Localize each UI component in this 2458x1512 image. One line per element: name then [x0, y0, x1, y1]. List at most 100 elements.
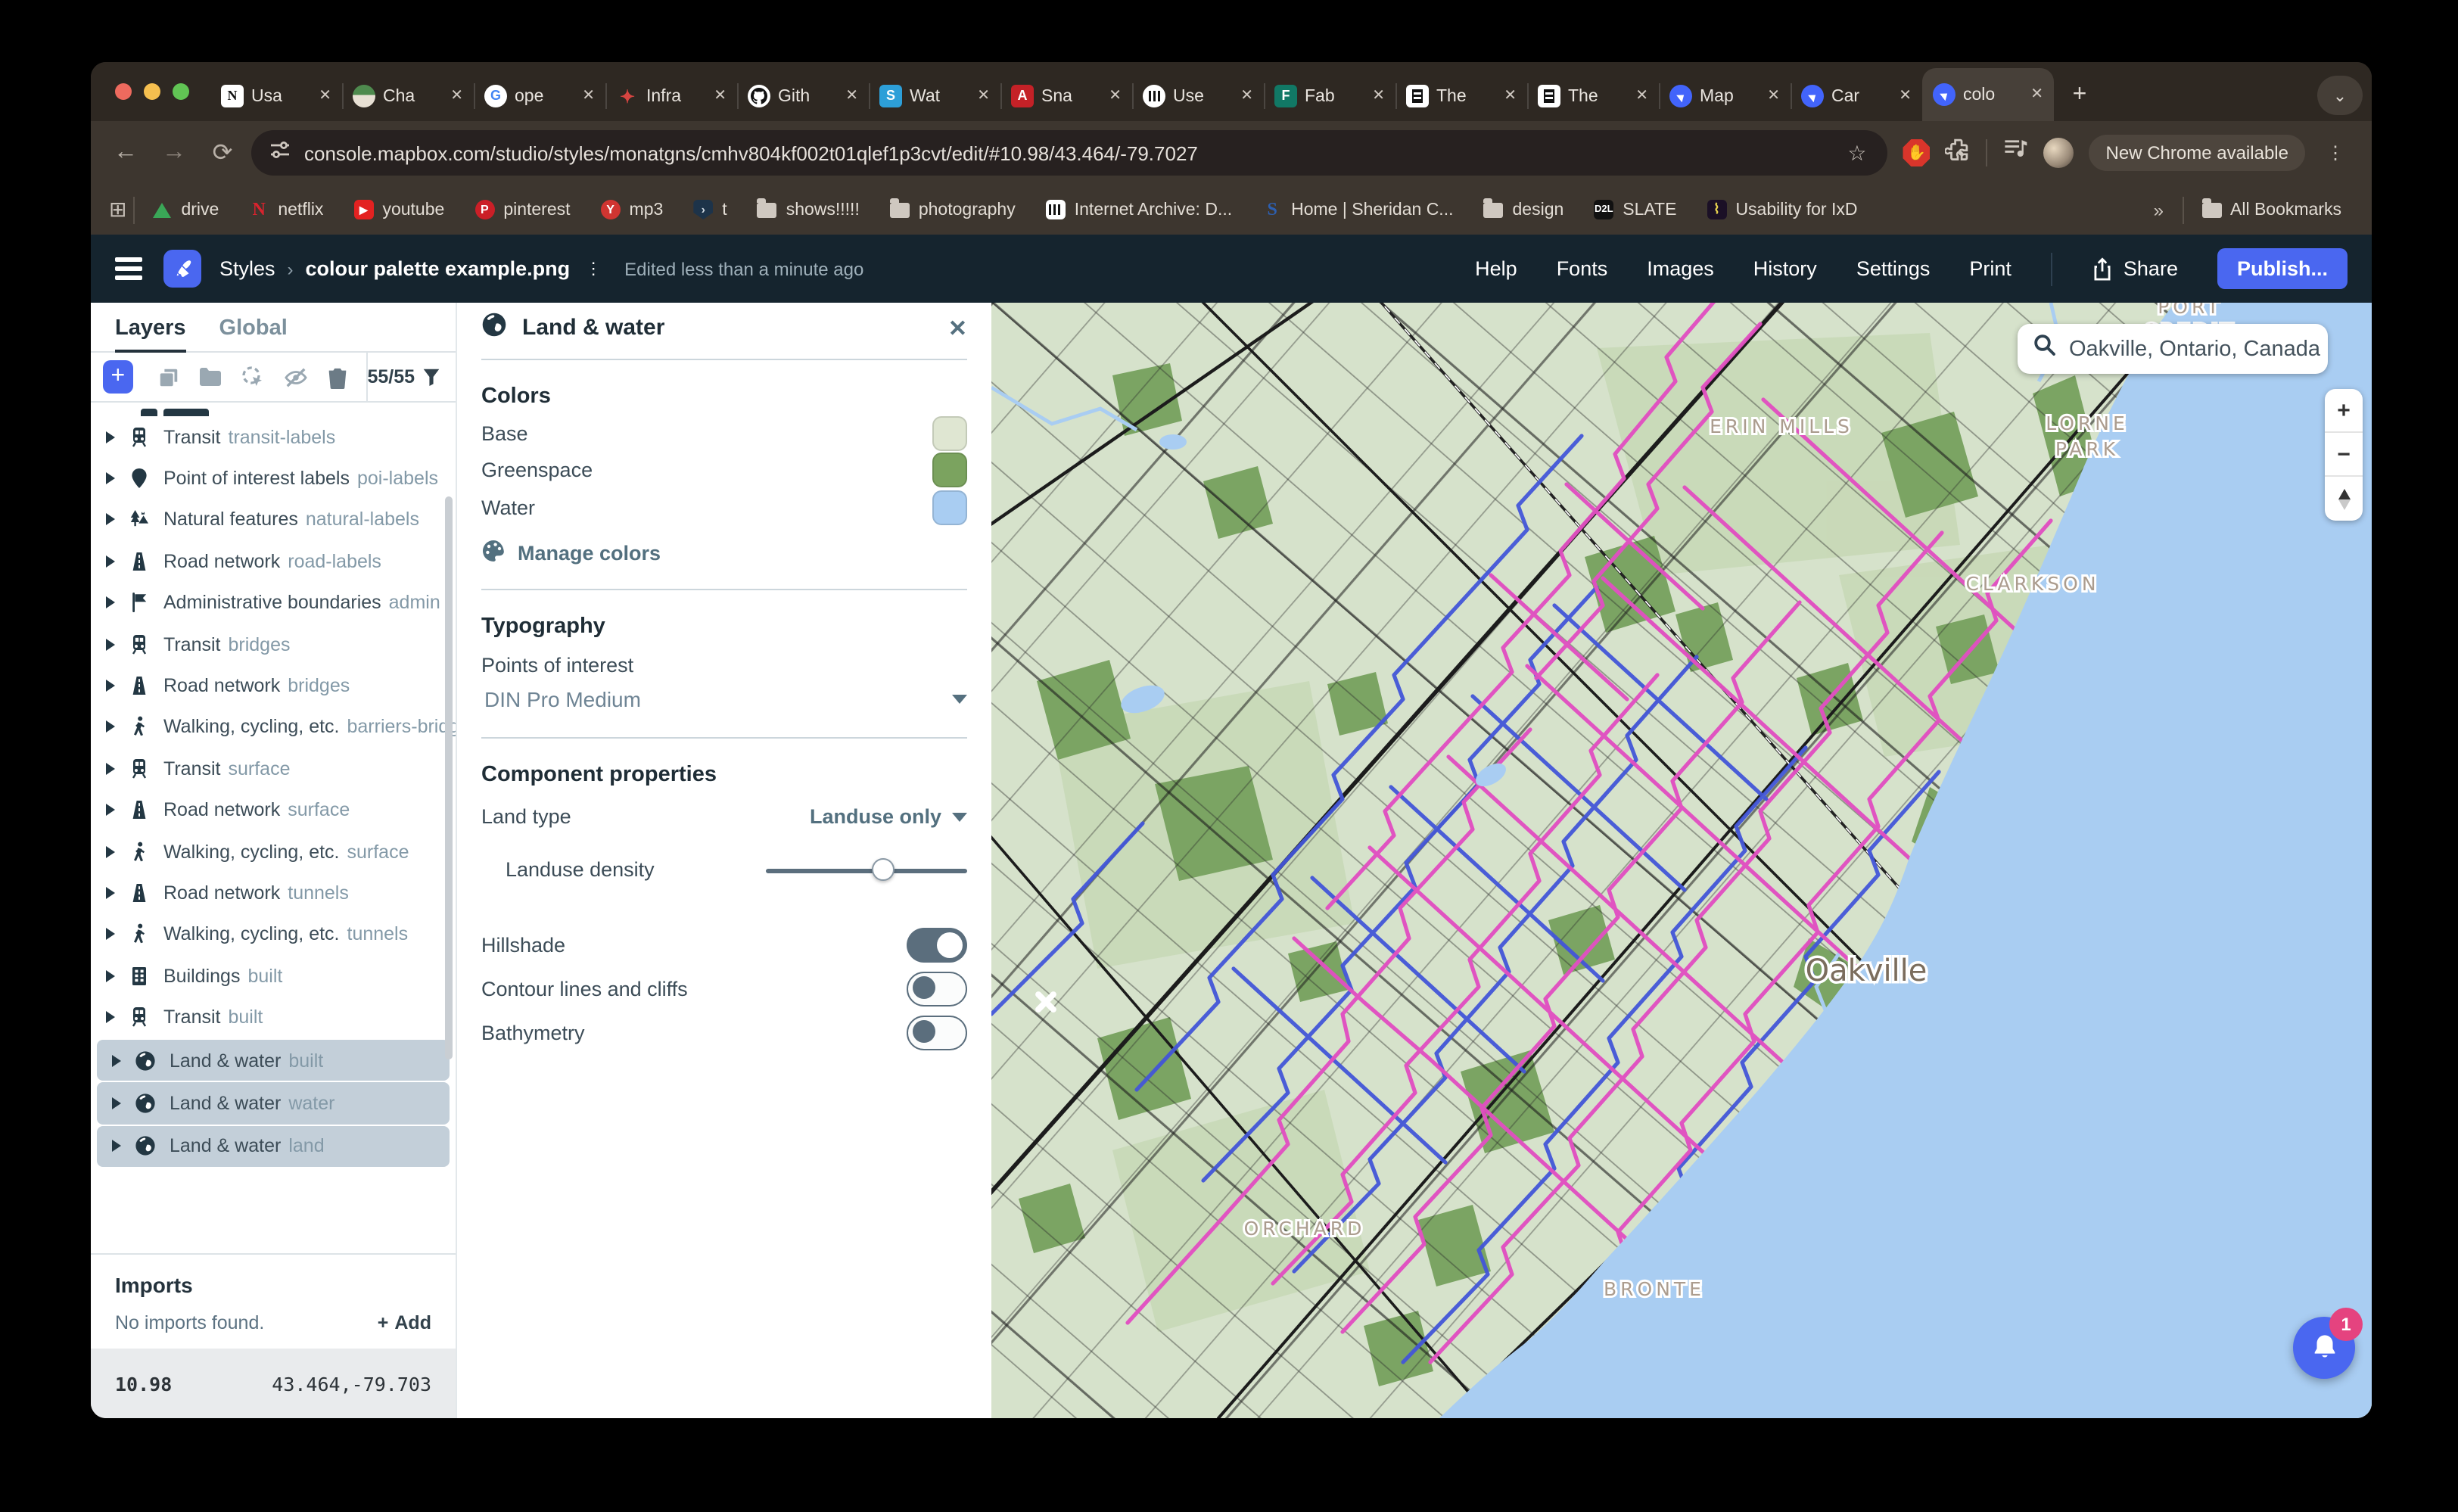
tab-the-1[interactable]: The✕	[1395, 71, 1527, 121]
delete-layer-icon[interactable]	[327, 366, 348, 388]
expand-caret-icon[interactable]	[106, 845, 115, 857]
layer-row[interactable]: Walking, cycling, etc.surface	[91, 831, 456, 873]
add-import-button[interactable]: +Add	[378, 1312, 431, 1333]
color-row-base[interactable]: Base	[481, 415, 967, 452]
layer-row-selected[interactable]: Land & waterland	[97, 1125, 450, 1167]
search-value[interactable]: Oakville, Ontario, Canada	[2069, 337, 2320, 361]
greenspace-color-swatch[interactable]	[932, 453, 967, 488]
layer-row[interactable]: Natural featuresnatural-labels	[91, 499, 456, 541]
layer-counter[interactable]: 55/55	[367, 366, 440, 387]
bookmark-star-icon[interactable]: ☆	[1847, 140, 1869, 166]
landuse-density-slider[interactable]	[766, 857, 967, 882]
add-layer-button[interactable]: +	[103, 360, 133, 394]
duplicate-layer-icon[interactable]	[157, 366, 180, 388]
tab-layers[interactable]: Layers	[115, 316, 186, 351]
expand-caret-icon[interactable]	[106, 929, 115, 941]
expand-caret-icon[interactable]	[112, 1054, 121, 1066]
base-color-swatch[interactable]	[932, 416, 967, 451]
layer-row-selected[interactable]: Land & waterwater	[97, 1083, 450, 1125]
layer-row[interactable]: Transitbuilt	[91, 997, 456, 1038]
tab-close-icon[interactable]: ✕	[845, 88, 858, 104]
expand-caret-icon[interactable]	[106, 680, 115, 692]
profile-avatar[interactable]	[2044, 138, 2074, 168]
tab-close-icon[interactable]: ✕	[714, 88, 727, 104]
layer-row[interactable]: Transitbridges	[91, 624, 456, 665]
tab-close-icon[interactable]: ✕	[1767, 88, 1780, 104]
tab-mapbox-2[interactable]: Car✕	[1791, 71, 1922, 121]
layer-row[interactable]: Administrative boundariesadmin	[91, 582, 456, 624]
menu-hamburger-icon[interactable]	[115, 258, 142, 280]
tab-fabric[interactable]: FFab✕	[1264, 71, 1395, 121]
land-type-select[interactable]: Landuse only	[810, 805, 967, 828]
bookmark-pinterest[interactable]: Ppinterest	[462, 200, 582, 219]
back-button[interactable]: ←	[106, 139, 145, 166]
layer-row[interactable]: Road networksurface	[91, 789, 456, 831]
minimize-window-button[interactable]	[144, 83, 160, 100]
tab-close-icon[interactable]: ✕	[1372, 88, 1385, 104]
breadcrumb-styles[interactable]: Styles	[219, 257, 275, 280]
expand-caret-icon[interactable]	[112, 1140, 121, 1153]
adblock-icon[interactable]: ✋	[1903, 139, 1931, 166]
apps-grid-icon[interactable]: ⊞	[109, 197, 126, 222]
expand-caret-icon[interactable]	[106, 514, 115, 526]
nav-fonts[interactable]: Fonts	[1557, 257, 1608, 280]
bookmark-photography[interactable]: photography	[878, 201, 1028, 219]
site-controls-icon[interactable]	[269, 138, 291, 167]
bookmarks-overflow-chevron[interactable]: »	[2142, 199, 2176, 220]
tab-close-icon[interactable]: ✕	[1899, 88, 1912, 104]
expand-caret-icon[interactable]	[106, 804, 115, 816]
tab-active-colour-palette[interactable]: colo✕	[1922, 68, 2054, 121]
style-menu-kebab[interactable]: ⋮	[585, 259, 603, 278]
layer-row[interactable]: Buildingsbuilt	[91, 955, 456, 997]
tab-global[interactable]: Global	[219, 316, 288, 351]
expand-caret-icon[interactable]	[106, 970, 115, 982]
reload-button[interactable]: ⟳	[203, 138, 242, 168]
close-window-button[interactable]	[115, 83, 132, 100]
new-tab-button[interactable]: +	[2060, 76, 2099, 115]
nav-help[interactable]: Help	[1475, 257, 1517, 280]
layer-row[interactable]: Road networkroad-labels	[91, 540, 456, 582]
tab-close-icon[interactable]: ✕	[582, 88, 595, 104]
group-layers-icon[interactable]	[198, 366, 222, 387]
tab-github[interactable]: Gith✕	[737, 71, 869, 121]
nav-history[interactable]: History	[1753, 257, 1817, 280]
bookmark-internet-archive[interactable]: Internet Archive: D...	[1034, 200, 1244, 219]
expand-caret-icon[interactable]	[112, 1097, 121, 1109]
select-layer-icon[interactable]	[241, 365, 265, 389]
map-search-box[interactable]: Oakville, Ontario, Canada	[2018, 324, 2328, 374]
bookmark-netflix[interactable]: Nnetflix	[237, 200, 335, 219]
contour-toggle[interactable]	[907, 971, 967, 1006]
style-file-name[interactable]: colour palette example.png	[306, 257, 571, 280]
all-bookmarks[interactable]: All Bookmarks	[2189, 201, 2354, 219]
share-button[interactable]: Share	[2092, 257, 2178, 281]
tab-notion[interactable]: NUsa✕	[210, 71, 342, 121]
expand-caret-icon[interactable]	[106, 887, 115, 899]
tab-close-icon[interactable]: ✕	[1240, 88, 1253, 104]
layer-row-selected[interactable]: Land & waterbuilt	[97, 1040, 450, 1081]
extensions-puzzle-icon[interactable]	[1946, 136, 1971, 170]
bookmark-mp3[interactable]: Ymp3	[589, 200, 676, 219]
expand-caret-icon[interactable]	[106, 1011, 115, 1023]
bookmark-design[interactable]: design	[1472, 201, 1576, 219]
slider-knob[interactable]	[873, 857, 895, 880]
tab-watch[interactable]: SWat✕	[869, 71, 1000, 121]
close-panel-icon[interactable]: ✕	[948, 314, 967, 341]
nav-images[interactable]: Images	[1647, 257, 1714, 280]
url-bar[interactable]: console.mapbox.com/studio/styles/monatgn…	[251, 130, 1888, 176]
forward-button[interactable]: →	[154, 139, 194, 166]
url-text[interactable]: console.mapbox.com/studio/styles/monatgn…	[304, 142, 1834, 164]
expand-caret-icon[interactable]	[106, 721, 115, 733]
mapbox-studio-logo[interactable]	[163, 250, 201, 288]
tab-close-icon[interactable]: ✕	[1504, 88, 1517, 104]
expand-caret-icon[interactable]	[106, 763, 115, 775]
tab-mapbox-1[interactable]: Map✕	[1659, 71, 1791, 121]
bookmark-slate[interactable]: D2LSLATE	[1582, 200, 1688, 219]
tab-close-icon[interactable]: ✕	[977, 88, 990, 104]
scrollbar[interactable]	[445, 496, 453, 1059]
layer-row[interactable]: Road networkbridges	[91, 665, 456, 707]
zoom-in-button[interactable]: +	[2325, 389, 2363, 433]
tab-close-icon[interactable]: ✕	[1635, 88, 1648, 104]
expand-caret-icon[interactable]	[106, 638, 115, 650]
layer-row[interactable]: Transittransit-labels	[91, 416, 456, 458]
bookmark-t[interactable]: ›t	[681, 200, 739, 219]
